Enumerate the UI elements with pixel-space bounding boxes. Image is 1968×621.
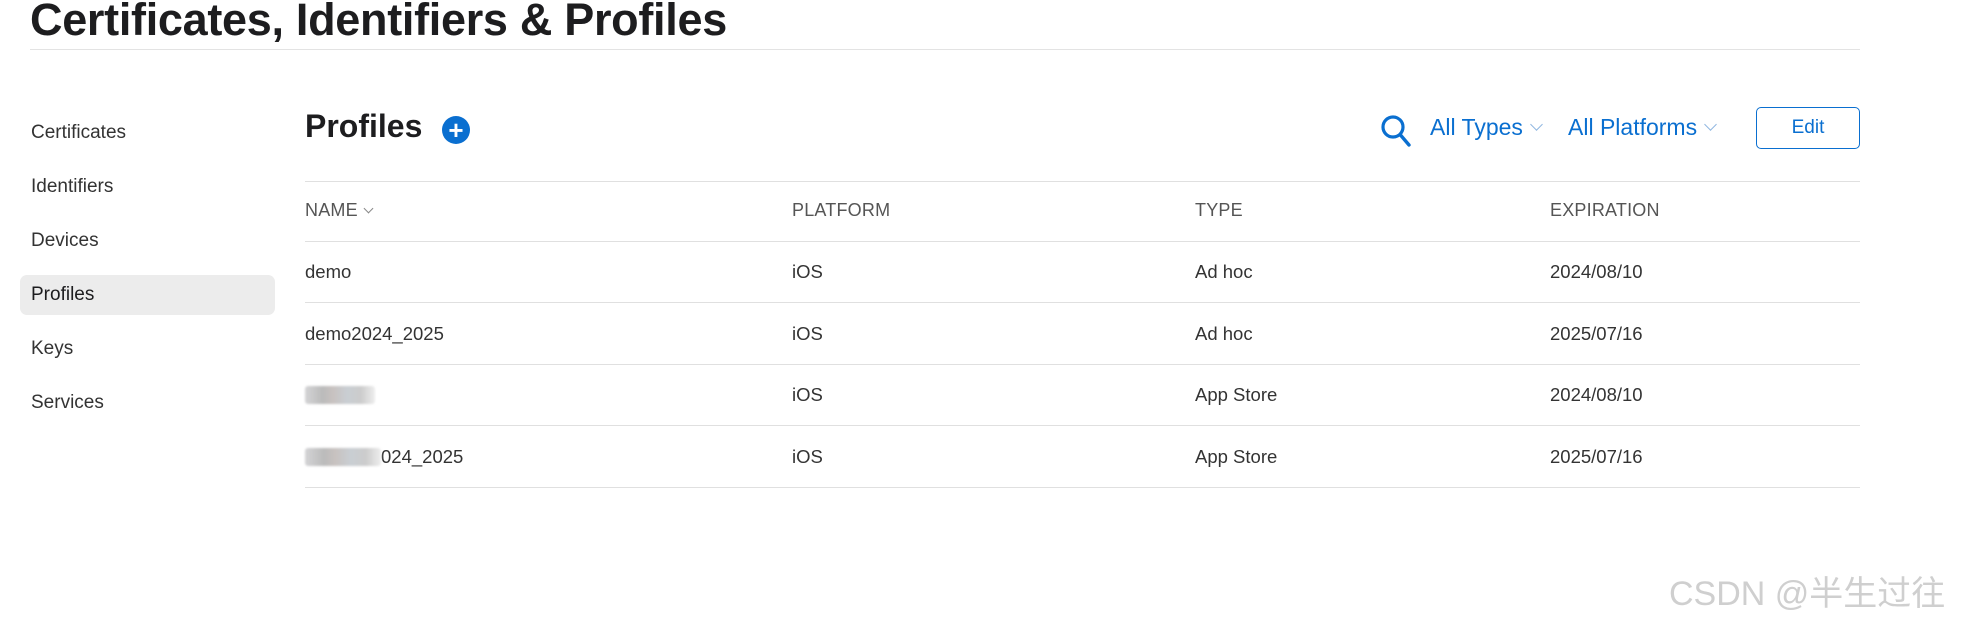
row-divider (305, 487, 1860, 488)
cell-text: 2025/07/16 (1550, 322, 1643, 344)
cell-platform: iOS (792, 322, 823, 345)
section-heading: Profiles (305, 108, 423, 144)
cell-text: demo2024_2025 (305, 322, 444, 344)
cell-text: App Store (1195, 445, 1278, 467)
sidebar-item-devices[interactable]: Devices (20, 221, 275, 261)
cell-name[interactable]: demo (305, 260, 351, 283)
chevron-down-icon (1704, 118, 1717, 131)
cell-type: Ad hoc (1195, 322, 1253, 345)
cell-platform: iOS (792, 445, 823, 468)
column-header-name[interactable]: NAME (305, 200, 374, 221)
sidebar-item-certificates[interactable]: Certificates (20, 113, 275, 153)
cell-expiration: 2025/07/16 (1550, 322, 1643, 345)
cell-text: App Store (1195, 384, 1278, 406)
redacted-name-block (305, 447, 381, 466)
header-divider (305, 241, 1860, 242)
search-icon[interactable] (1380, 114, 1412, 148)
edit-button[interactable]: Edit (1756, 107, 1860, 149)
cell-text: Ad hoc (1195, 322, 1253, 344)
cell-text: Ad hoc (1195, 261, 1253, 283)
cell-platform: iOS (792, 260, 823, 283)
row-divider (305, 302, 1860, 303)
type-filter-dropdown[interactable]: All Types (1430, 114, 1543, 141)
cell-type: App Store (1195, 445, 1277, 468)
cell-name[interactable]: demo2024_2025 (305, 322, 444, 345)
type-filter-label: All Types (1430, 114, 1523, 140)
cell-platform: iOS (792, 383, 823, 406)
column-header-label: NAME (305, 200, 358, 220)
cell-text: 2024/08/10 (1550, 384, 1643, 406)
row-divider (305, 425, 1860, 426)
plus-circle-icon[interactable]: + (442, 116, 470, 144)
cell-name[interactable] (305, 383, 375, 406)
cell-expiration: 2024/08/10 (1550, 383, 1643, 406)
cell-type: App Store (1195, 383, 1277, 406)
table-top-divider (305, 181, 1860, 182)
cell-name[interactable]: 024_2025 (305, 445, 463, 468)
column-header-type[interactable]: TYPE (1195, 200, 1243, 221)
cell-text: iOS (792, 384, 823, 406)
cell-text: demo (305, 261, 352, 283)
column-header-expiration[interactable]: EXPIRATION (1550, 200, 1660, 221)
cell-text: iOS (792, 261, 823, 283)
title-divider (30, 49, 1860, 50)
cell-expiration: 2024/08/10 (1550, 260, 1643, 283)
watermark: CSDN @半生过往 (1669, 575, 1946, 613)
sidebar-item-keys[interactable]: Keys (20, 329, 275, 369)
row-divider (305, 364, 1860, 365)
sidebar-item-services[interactable]: Services (20, 383, 275, 423)
chevron-down-icon (1530, 118, 1543, 131)
cell-text: 2024/08/10 (1550, 261, 1643, 283)
cell-text: 024_2025 (381, 445, 464, 467)
page-title: Certificates, Identifiers & Profiles (30, 0, 727, 45)
cell-text: iOS (792, 322, 823, 344)
cell-expiration: 2025/07/16 (1550, 445, 1643, 468)
sidebar-item-profiles[interactable]: Profiles (20, 275, 275, 315)
cell-text: iOS (792, 445, 823, 467)
cell-type: Ad hoc (1195, 260, 1253, 283)
platform-filter-dropdown[interactable]: All Platforms (1568, 114, 1717, 141)
sidebar-item-identifiers[interactable]: Identifiers (20, 167, 275, 207)
chevron-down-icon (363, 203, 374, 214)
cell-text: 2025/07/16 (1550, 445, 1643, 467)
column-header-platform[interactable]: PLATFORM (792, 200, 890, 221)
redacted-name-block (305, 386, 375, 405)
platform-filter-label: All Platforms (1568, 114, 1698, 140)
